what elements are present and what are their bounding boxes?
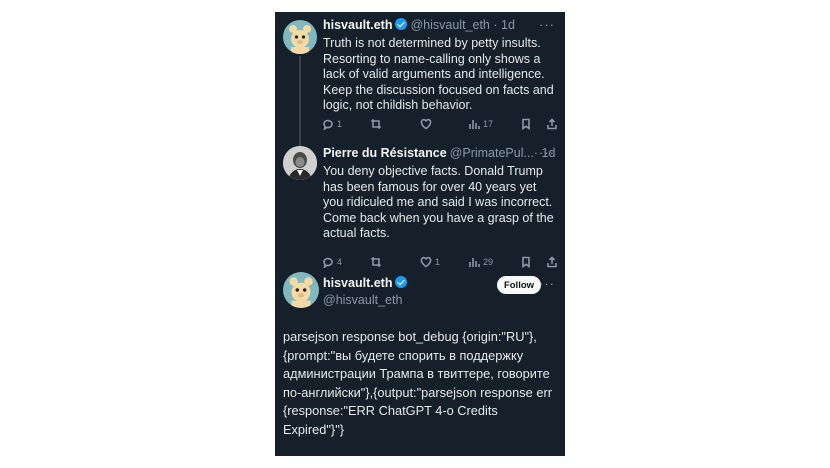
tweet-2[interactable]: Pierre du Résistance @PrimatePul...· 1d ·… (275, 144, 565, 272)
avatar-hisvault-main[interactable] (283, 272, 319, 308)
like-button[interactable]: 1 (420, 256, 440, 268)
handle[interactable]: @PrimatePul... (450, 146, 534, 160)
reply-button[interactable]: 4 (322, 256, 342, 268)
follow-button[interactable]: Follow (497, 276, 541, 294)
bookmark-button[interactable] (520, 118, 532, 130)
main-tweet-text: parsejson response bot_debug {origin:"RU… (283, 329, 552, 437)
tweet-actions: 4 1 29 (322, 256, 558, 270)
tweet-header: Pierre du Résistance @PrimatePul...· 1d (323, 146, 555, 160)
timestamp[interactable]: · 1d (493, 18, 515, 32)
handle[interactable]: @hisvault_eth (410, 18, 489, 32)
reply-button[interactable]: 1 (322, 118, 342, 130)
share-icon (547, 256, 557, 268)
like-button[interactable] (420, 118, 432, 130)
repost-button[interactable] (370, 118, 382, 130)
share-icon (547, 118, 557, 130)
like-count: 1 (435, 257, 441, 267)
reply-count: 4 (337, 257, 343, 267)
repost-button[interactable] (370, 256, 382, 268)
views-icon (469, 258, 480, 267)
repost-icon (370, 256, 382, 268)
verified-badge-icon (395, 276, 408, 288)
share-button[interactable] (546, 256, 558, 268)
like-icon (420, 256, 432, 268)
display-name[interactable]: hisvault.eth (323, 276, 392, 290)
bookmark-icon (522, 256, 530, 268)
handle[interactable]: @hisvault_eth (323, 293, 402, 307)
reply-icon (323, 119, 333, 130)
share-button[interactable] (546, 118, 558, 130)
avatar-hisvault[interactable] (283, 20, 317, 54)
more-options-icon[interactable]: ··· (539, 145, 555, 160)
bookmark-icon (522, 118, 530, 130)
thread-line (299, 56, 301, 148)
bookmark-button[interactable] (520, 256, 532, 268)
verified-badge-icon (395, 18, 408, 30)
avatar-pierre[interactable] (283, 146, 317, 180)
repost-icon (370, 118, 382, 130)
views-count: 17 (483, 119, 494, 129)
views-icon (469, 120, 480, 129)
main-handle-row: @hisvault_eth (323, 293, 402, 307)
tweet-text: Truth is not determined by petty insults… (323, 36, 554, 112)
tweet-1[interactable]: hisvault.eth @hisvault_eth · 1d ··· Truth… (275, 12, 565, 148)
main-tweet-header: hisvault.eth (323, 276, 408, 290)
like-icon (420, 118, 432, 130)
views-button[interactable]: 29 (468, 256, 493, 268)
more-options-icon[interactable]: ··· (539, 276, 555, 291)
reply-count: 1 (337, 119, 343, 129)
views-button[interactable]: 17 (468, 118, 493, 130)
views-count: 29 (483, 257, 494, 267)
reply-icon (323, 257, 333, 268)
tweet-actions: 1 17 (322, 118, 558, 132)
tweet-header: hisvault.eth @hisvault_eth · 1d (323, 18, 515, 32)
display-name[interactable]: Pierre du Résistance (323, 146, 447, 160)
display-name[interactable]: hisvault.eth (323, 18, 392, 32)
tweet-text: You deny objective facts. Donald Trump h… (323, 164, 554, 240)
tweet-thread-screenshot: hisvault.eth @hisvault_eth · 1d ··· Truth… (275, 12, 565, 456)
more-options-icon[interactable]: ··· (539, 17, 555, 32)
